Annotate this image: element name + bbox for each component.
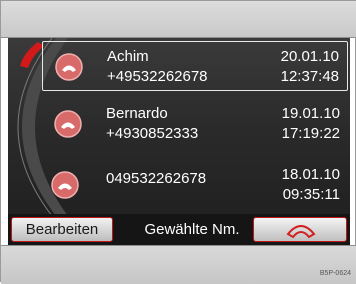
call-time: 12:37:48	[280, 68, 339, 85]
call-date: 20.01.10	[280, 48, 339, 65]
call-list-screen: Achim +49532262678 20.01.10 12:37:48 Ber…	[8, 38, 350, 245]
call-entry[interactable]: Achim +49532262678 20.01.10 12:37:48	[42, 41, 348, 91]
bottom-toolbar: Bearbeiten Gewählte Nm.	[8, 214, 350, 245]
device-frame: Achim +49532262678 20.01.10 12:37:48 Ber…	[0, 0, 356, 284]
call-entry[interactable]: Bernardo +4930852333 19.01.10 17:19:22	[42, 99, 348, 149]
call-button[interactable]	[253, 217, 347, 242]
phone-handset-icon	[51, 171, 79, 199]
phone-handset-icon	[286, 225, 316, 239]
caller-number: 049532262678	[106, 170, 207, 187]
caller-number: +49532262678	[107, 68, 208, 85]
caller-name: Achim	[107, 48, 149, 65]
phone-handset-icon	[54, 110, 82, 138]
call-time: 17:19:22	[281, 125, 340, 142]
phone-handset-icon	[55, 53, 83, 81]
image-reference-code: B5P-0624	[319, 270, 351, 277]
list-title: Gewählte Nm.	[144, 221, 240, 238]
call-time: 09:35:11	[282, 186, 340, 203]
call-entry[interactable]: 049532262678 18.01.10 09:35:11	[42, 160, 348, 210]
call-date: 18.01.10	[281, 166, 340, 183]
edit-button[interactable]: Bearbeiten	[11, 217, 113, 242]
caller-name: Bernardo	[106, 105, 168, 122]
top-bezel	[1, 1, 356, 38]
call-date: 19.01.10	[281, 105, 340, 122]
bottom-bezel	[1, 245, 356, 284]
caller-number: +4930852333	[106, 125, 199, 142]
